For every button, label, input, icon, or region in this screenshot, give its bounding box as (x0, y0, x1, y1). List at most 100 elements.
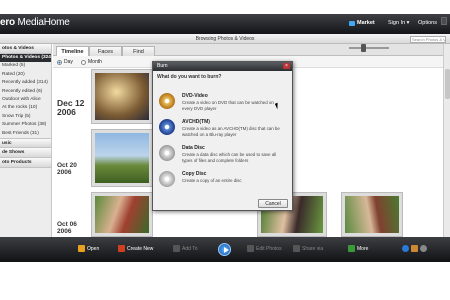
month-radio[interactable]: Month (81, 59, 102, 65)
add-to-button[interactable]: Add To (173, 245, 197, 252)
month-label: Month (88, 59, 102, 65)
option-description: Create a copy of an entire disc (182, 178, 242, 183)
create-new-button[interactable]: Create New (118, 245, 153, 252)
date-label: Oct 20 2006 (57, 162, 77, 176)
dvd-disc-icon (159, 93, 175, 109)
app-logo: ero MediaHome (0, 17, 70, 28)
create-new-label: Create New (127, 245, 154, 252)
date-text: Oct 20 2006 (57, 162, 77, 177)
vertical-scrollbar[interactable] (443, 44, 450, 237)
minimize-button[interactable] (441, 17, 447, 25)
edit-photos-label: Edit Photos (256, 245, 282, 252)
more-icon (348, 245, 355, 252)
more-label: More (357, 245, 369, 252)
date-text: Dec 12 2006 (57, 98, 85, 118)
options-button[interactable]: Options (418, 20, 437, 26)
action-bar: Open Create New Add To Edit Photos Share… (0, 237, 450, 262)
refresh-icon[interactable] (411, 245, 418, 252)
sidebar: otos & Videos Photos & Videos (324) Mark… (0, 44, 52, 237)
day-radio[interactable]: Day (57, 59, 73, 65)
sidebar-section-music[interactable]: usic (0, 137, 51, 148)
burn-option-dvd-video[interactable]: DVD-Video Create a video on DVD that can… (156, 92, 290, 116)
radio-dot-icon (57, 59, 62, 65)
add-icon (173, 245, 180, 252)
option-description: Create a video as an AVCHD(TM) disc that… (182, 126, 280, 137)
photo-thumbnail[interactable] (91, 129, 153, 187)
radio-dot-icon (81, 59, 86, 65)
tab-faces[interactable]: Faces (89, 46, 122, 56)
tab-timeline[interactable]: Timeline (56, 46, 89, 56)
folder-icon (78, 245, 85, 252)
option-title: AVCHD(TM) (182, 119, 210, 125)
date-label: Oct 06 2006 (57, 221, 77, 235)
window-controls (441, 17, 447, 25)
scrollbar-thumb[interactable] (445, 69, 450, 99)
option-description: Create a data disc which can be used to … (182, 152, 277, 163)
tab-find[interactable]: Find (122, 46, 155, 56)
cancel-button[interactable]: Cancel (258, 199, 288, 208)
title-bar: ero MediaHome Market Sign In ▾ Options (0, 14, 450, 34)
create-new-icon (118, 245, 125, 252)
burn-dialog: Burn × What do you want to burn? DVD-Vide… (152, 61, 293, 211)
market-icon (349, 20, 355, 26)
day-label: Day (64, 59, 73, 65)
share-icon (293, 245, 300, 252)
zoom-slider[interactable] (345, 43, 405, 53)
open-button[interactable]: Open (78, 245, 99, 252)
market-button[interactable]: Market (349, 20, 375, 26)
more-button[interactable]: More (348, 245, 368, 252)
add-to-label: Add To (182, 245, 198, 252)
photo-image (95, 196, 149, 233)
zoom-track (349, 47, 389, 49)
photo-thumbnail[interactable] (91, 69, 153, 124)
option-title: Copy Disc (182, 171, 207, 177)
data-disc-icon (159, 145, 175, 161)
sidebar-item[interactable]: Best Friends (31) (0, 130, 51, 138)
share-via-button[interactable]: Share via (293, 245, 323, 252)
date-text: Oct 06 2006 (57, 221, 77, 236)
zoom-handle[interactable] (361, 44, 366, 52)
photo-image (95, 133, 149, 183)
burn-option-copy-disc[interactable]: Copy Disc Create a copy of an entire dis… (156, 170, 290, 194)
edit-icon (247, 245, 254, 252)
app-window: ero MediaHome Market Sign In ▾ Options B… (0, 0, 450, 300)
sidebar-item[interactable]: Summer Photos (38) (0, 121, 51, 129)
burn-option-data-disc[interactable]: Data Disc Create a data disc which can b… (156, 144, 290, 168)
option-description: Create a video on DVD that can be watche… (182, 100, 274, 111)
dialog-title: Burn (157, 63, 168, 69)
sidebar-section-slide-shows[interactable]: de Shows (0, 147, 51, 158)
sidebar-header-photos-videos[interactable]: otos & Videos (0, 44, 51, 54)
photo-image (95, 73, 149, 120)
globe-icon[interactable] (402, 245, 409, 252)
copy-disc-icon (159, 171, 175, 187)
dialog-title-bar: Burn × (153, 62, 292, 71)
logo-bold-text: ero (0, 17, 15, 28)
tray-icons (402, 245, 427, 252)
browsing-title: Browsing Photos & Videos (195, 36, 255, 42)
sidebar-item[interactable]: Recently added (314) (0, 79, 51, 87)
share-via-label: Share via (302, 245, 324, 252)
logo-light-text: MediaHome (14, 17, 70, 28)
open-label: Open (87, 245, 100, 252)
sign-in-button[interactable]: Sign In ▾ (388, 20, 409, 26)
gear-icon[interactable] (420, 245, 427, 252)
burn-option-avchd[interactable]: AVCHD(TM) Create a video as an AVCHD(TM)… (156, 118, 290, 142)
sidebar-item[interactable]: Outdoor with Alice (0, 96, 51, 104)
sidebar-item[interactable]: Recently edited (6) (0, 88, 51, 96)
dialog-question: What do you want to burn? (157, 74, 222, 80)
close-icon[interactable]: × (283, 63, 290, 69)
option-title: DVD-Video (182, 93, 208, 99)
play-button[interactable] (218, 243, 231, 256)
market-label: Market (357, 20, 375, 26)
sidebar-item[interactable]: Marked (5) (0, 62, 51, 70)
photo-thumbnail[interactable] (91, 192, 153, 237)
sidebar-item[interactable]: At the rocks (10) (0, 104, 51, 112)
sidebar-item[interactable]: Photos & Videos (324) (0, 54, 51, 63)
sidebar-item[interactable]: Snow Trip (5) (0, 113, 51, 121)
photo-image (345, 196, 399, 233)
edit-photos-button[interactable]: Edit Photos (247, 245, 282, 252)
sidebar-section-photo-products[interactable]: oto Products (0, 157, 51, 168)
search-input[interactable]: Search Photos & V (410, 36, 446, 43)
photo-thumbnail[interactable] (341, 192, 403, 237)
sidebar-item[interactable]: Rated (20) (0, 71, 51, 79)
